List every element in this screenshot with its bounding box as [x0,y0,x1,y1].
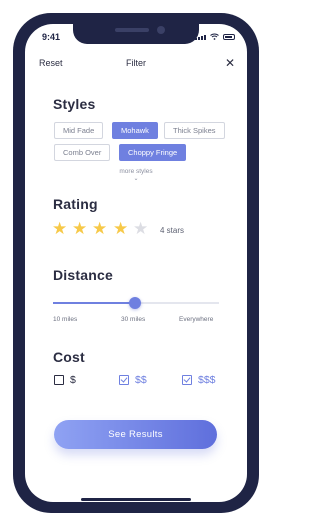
star-icon[interactable]: ★ [52,220,67,237]
home-indicator[interactable] [81,498,191,501]
cost-option-2[interactable]: $$ [119,374,147,386]
cost-heading: Cost [53,349,85,365]
cost-label: $ [70,374,76,386]
notch [73,24,199,44]
close-icon[interactable]: ✕ [225,56,235,70]
style-tag-comb-over[interactable]: Comb Over [54,144,111,161]
style-tag-choppy-fringe[interactable]: Choppy Fringe [119,144,187,161]
distance-label-min: 10 miles [53,316,78,323]
checkbox-checked[interactable] [182,375,192,385]
cost-label: $$$ [198,374,216,386]
style-tag-mid-fade[interactable]: Mid Fade [54,122,104,139]
star-icon[interactable]: ★ [113,220,128,237]
cost-option-1[interactable]: $ [54,374,76,386]
distance-slider-thumb[interactable] [129,297,141,309]
status-time: 9:41 [42,32,61,42]
star-icon[interactable]: ★ [72,220,87,237]
top-bar: Reset Filter ✕ [25,56,247,74]
rating-value-label: 4 stars [160,226,185,235]
rating-heading: Rating [53,196,98,212]
checkbox-checked[interactable] [119,375,129,385]
status-icons [195,33,235,40]
cost-label: $$ [135,374,147,386]
more-styles-link[interactable]: more styles [25,168,247,175]
app-screen: 9:41 Reset Filter ✕ Styles Mid Fade Moha… [25,24,247,502]
chevron-down-icon[interactable]: ⌄ [25,175,247,182]
distance-slider-fill [53,302,135,304]
star-icon[interactable]: ★ [92,220,107,237]
wifi-icon [210,33,219,40]
distance-heading: Distance [53,267,113,283]
style-tag-thick-spikes[interactable]: Thick Spikes [164,122,225,139]
distance-label-max: Everywhere [179,316,214,323]
cost-option-3[interactable]: $$$ [182,374,216,386]
battery-icon [223,34,235,40]
speaker [115,28,149,32]
checkbox[interactable] [54,375,64,385]
signal-icon [195,35,206,40]
styles-heading: Styles [53,96,96,112]
see-results-button[interactable]: See Results [54,420,217,449]
distance-label-mid: 30 miles [121,316,146,323]
camera [157,26,165,34]
star-icon[interactable]: ★ [133,220,148,237]
page-title: Filter [126,58,146,68]
style-tag-mohawk[interactable]: Mohawk [112,122,158,139]
